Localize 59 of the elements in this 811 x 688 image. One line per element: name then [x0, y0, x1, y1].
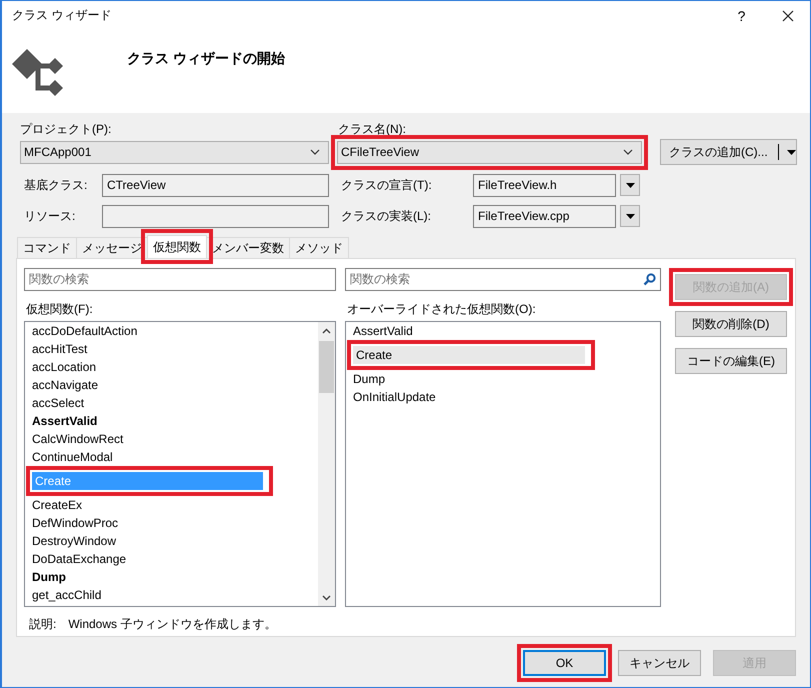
function-item[interactable]: Create	[353, 346, 585, 364]
function-button[interactable]: 関数の削除(D)	[675, 311, 787, 337]
function-item[interactable]: Dump	[350, 370, 656, 388]
close-icon[interactable]	[782, 10, 794, 22]
function-item[interactable]: CreateEx	[29, 496, 314, 514]
class-wizard-icon	[12, 48, 63, 96]
function-button[interactable]: コードの編集(E)	[675, 348, 787, 374]
function-item[interactable]: AssertValid	[29, 412, 314, 430]
caret-icon	[786, 150, 796, 154]
function-item[interactable]: accSelect	[29, 394, 314, 412]
search-field[interactable]: 関数の検索	[24, 268, 336, 291]
function-item[interactable]: Dump	[29, 568, 314, 586]
wizard-heading: クラス ウィザードの開始	[127, 50, 285, 68]
search-icon[interactable]	[643, 273, 656, 286]
scroll-up-icon[interactable]	[322, 328, 331, 334]
scrollbar-thumb[interactable]	[319, 341, 334, 393]
base-class-field: CTreeView	[102, 174, 329, 196]
tab[interactable]: コマンド	[17, 237, 77, 258]
field-label: クラスの実装(L):	[340, 208, 432, 224]
caret-icon	[623, 149, 633, 155]
function-item[interactable]: accLocation	[29, 358, 314, 376]
description-label: 説明:	[29, 616, 56, 633]
dropdown-button[interactable]	[620, 205, 640, 227]
dialog-button[interactable]: キャンセル	[618, 650, 701, 676]
scrollbar[interactable]	[318, 322, 335, 606]
scroll-down-icon[interactable]	[322, 594, 331, 600]
caret-icon	[310, 149, 320, 155]
implementation-file-field[interactable]: FileTreeView.cpp	[473, 204, 616, 228]
function-item[interactable]: OnInitialUpdate	[350, 388, 656, 406]
class-name-combo[interactable]: CFileTreeView	[337, 140, 642, 164]
function-item[interactable]: ContinueModal	[29, 448, 314, 466]
function-item[interactable]: DefWindowProc	[29, 514, 314, 532]
function-item[interactable]: accHitTest	[29, 340, 314, 358]
declaration-file-field[interactable]: FileTreeView.h	[473, 174, 616, 196]
caret-icon	[626, 182, 634, 188]
caret-icon	[626, 214, 634, 218]
project-combo[interactable]: MFCApp001	[20, 140, 329, 164]
description-text: Windows 子ウィンドウを作成します。	[68, 616, 276, 633]
function-item[interactable]: get_accChild	[29, 586, 314, 604]
field-label: リソース:	[23, 208, 76, 224]
dialog-button[interactable]: OK	[523, 650, 606, 676]
list-label: オーバーライドされた仮想関数(O):	[346, 301, 537, 318]
field-label: クラス名(N):	[338, 121, 406, 138]
field-label: 基底クラス:	[23, 176, 88, 194]
function-item[interactable]: accNavigate	[29, 376, 314, 394]
function-item[interactable]: CalcWindowRect	[29, 430, 314, 448]
search-field[interactable]: 関数の検索	[345, 268, 661, 291]
dropdown-button[interactable]	[620, 174, 640, 196]
function-item[interactable]: DoDataExchange	[29, 550, 314, 568]
function-item[interactable]: DestroyWindow	[29, 532, 314, 550]
function-item[interactable]: accDoDefaultAction	[29, 322, 314, 340]
help-button[interactable]: ?	[715, 8, 768, 24]
tab[interactable]: メソッド	[289, 237, 349, 258]
field-label: クラスの宣言(T):	[340, 176, 433, 194]
add-class-button[interactable]: クラスの追加(C)...	[660, 139, 797, 165]
window-title: クラス ウィザード	[12, 7, 112, 24]
field-label: プロジェクト(P):	[20, 121, 112, 138]
function-item[interactable]: AssertValid	[350, 322, 656, 340]
list-label: 仮想関数(F):	[25, 301, 94, 318]
